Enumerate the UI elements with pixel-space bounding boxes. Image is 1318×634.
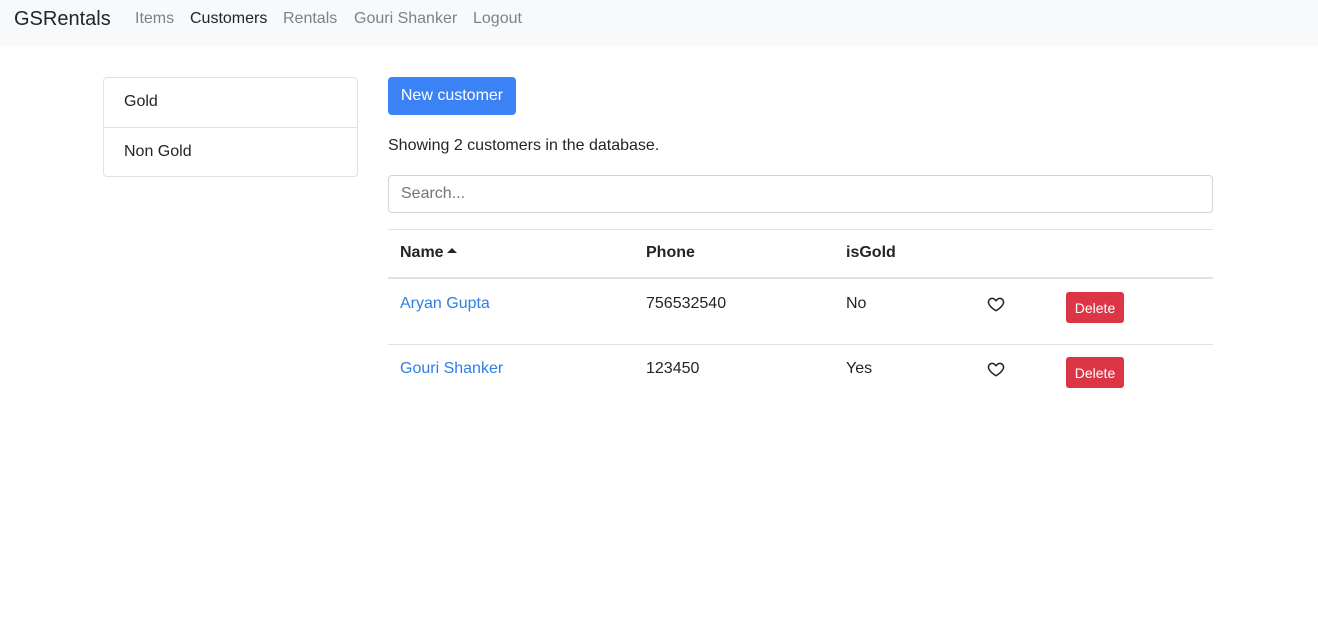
new-customer-button[interactable]: New customer — [388, 77, 516, 115]
filter-non-gold[interactable]: Non Gold — [104, 127, 357, 176]
customer-name-link[interactable]: Aryan Gupta — [400, 295, 490, 313]
column-header-name[interactable]: Name — [400, 244, 457, 262]
nav-user-profile[interactable]: Gouri Shanker — [354, 10, 457, 28]
table-top-border — [388, 229, 1213, 230]
customer-isgold: Yes — [846, 360, 873, 377]
caret-up-icon — [446, 248, 457, 253]
heart-icon[interactable] — [987, 295, 1005, 313]
customer-count-summary: Showing 2 customers in the database. — [388, 137, 660, 154]
filter-list: Gold Non Gold — [103, 77, 358, 177]
table-header-divider — [388, 277, 1213, 279]
customer-isgold: No — [846, 295, 867, 312]
heart-icon[interactable] — [987, 360, 1005, 378]
row-divider — [388, 344, 1213, 345]
search-input[interactable] — [388, 175, 1213, 213]
nav-logout[interactable]: Logout — [473, 10, 522, 28]
nav-rentals[interactable]: Rentals — [283, 10, 337, 28]
brand-logo[interactable]: GSRentals — [14, 8, 111, 31]
nav-customers[interactable]: Customers — [190, 10, 267, 28]
filter-gold[interactable]: Gold — [104, 78, 357, 127]
column-header-isgold[interactable]: isGold — [846, 244, 896, 262]
delete-button[interactable]: Delete — [1066, 292, 1124, 323]
customer-name-link[interactable]: Gouri Shanker — [400, 360, 503, 378]
customer-phone: 756532540 — [646, 295, 727, 312]
navbar: GSRentals Items Customers Rentals Gouri … — [0, 0, 1318, 46]
column-header-phone[interactable]: Phone — [646, 244, 695, 262]
delete-button[interactable]: Delete — [1066, 357, 1124, 388]
customer-phone: 123450 — [646, 360, 700, 377]
nav-items[interactable]: Items — [135, 10, 174, 28]
